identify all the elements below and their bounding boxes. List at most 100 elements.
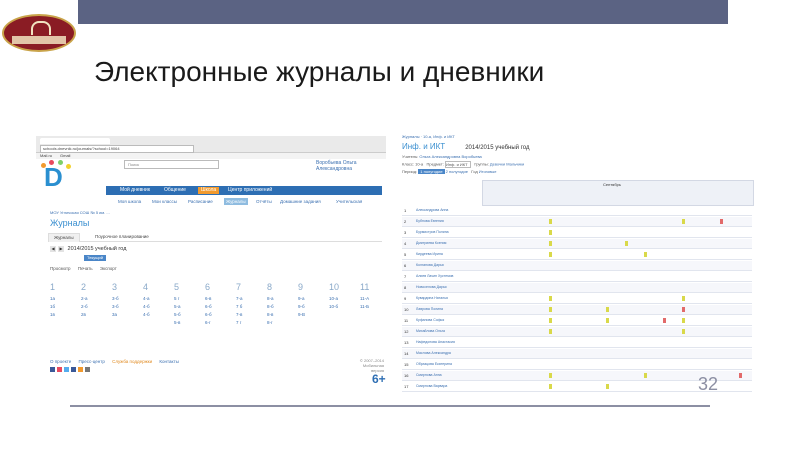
class-link[interactable]: 2в <box>81 312 109 320</box>
student-name[interactable]: Бубнова Евгения <box>416 217 480 226</box>
student-name[interactable]: Кирдеева Ирина <box>416 250 480 259</box>
class-link[interactable]: 2-а <box>81 296 109 304</box>
class-link[interactable]: 7 г <box>236 320 264 328</box>
class-link[interactable]: 4-б <box>143 304 171 312</box>
class-link[interactable]: 1в <box>50 312 78 320</box>
bookmark-item[interactable]: Mail.ru <box>40 153 52 159</box>
class-link[interactable]: 10-а <box>329 296 357 304</box>
subnav-item[interactable]: Домашние задания <box>280 198 321 205</box>
breadcrumb[interactable]: Журналы · 10-а, Инф. и ИКТ <box>402 134 455 139</box>
student-name[interactable]: Маслова Александра <box>416 349 480 358</box>
class-link[interactable]: 1а <box>50 296 78 304</box>
period-option[interactable]: 2 полугодие <box>446 169 468 174</box>
class-link[interactable]: 4-а <box>143 296 171 304</box>
grade-mark[interactable] <box>682 296 685 301</box>
class-link[interactable]: 7-в <box>236 312 264 320</box>
subnav-item[interactable]: Мои классы <box>152 198 177 205</box>
mark-cells[interactable] <box>482 316 752 325</box>
grade-mark[interactable] <box>720 219 723 224</box>
class-link[interactable]: 5-в <box>174 320 202 328</box>
grade-mark[interactable] <box>663 318 666 323</box>
mark-cells[interactable] <box>482 272 752 281</box>
mark-cells[interactable] <box>482 217 752 226</box>
class-link[interactable]: 9-б <box>298 304 326 312</box>
student-name[interactable]: Колганова Дарья <box>416 261 480 270</box>
export-link[interactable]: Экспорт <box>100 266 117 271</box>
subnav-item[interactable]: Учительская <box>336 198 362 205</box>
grade-mark[interactable] <box>625 241 628 246</box>
mark-cells[interactable] <box>482 349 752 358</box>
grade-mark[interactable] <box>682 307 685 312</box>
mark-cells[interactable] <box>482 239 752 248</box>
grade-mark[interactable] <box>682 318 685 323</box>
user-name[interactable]: Воробьева Ольга Александровна <box>316 160 386 172</box>
subnav-item[interactable]: Расписание <box>188 198 213 205</box>
group-filter[interactable]: Мальчики <box>506 162 524 167</box>
mark-cells[interactable] <box>482 338 752 347</box>
class-link[interactable]: 3а <box>112 312 140 320</box>
grade-mark[interactable] <box>682 219 685 224</box>
social-icon[interactable] <box>85 367 90 372</box>
grade-mark[interactable] <box>549 219 552 224</box>
nav-item-apps[interactable]: Центр приложений <box>228 187 272 194</box>
student-name[interactable]: Дмитриева Ксения <box>416 239 480 248</box>
class-link[interactable]: 1б <box>50 304 78 312</box>
prev-year-icon[interactable]: ◀ <box>50 246 56 252</box>
footer-link-support[interactable]: Служба поддержки <box>112 359 152 364</box>
student-name[interactable]: Смирнова Анна <box>416 371 480 380</box>
grade-mark[interactable] <box>606 318 609 323</box>
browser-tab[interactable] <box>40 138 110 144</box>
class-link[interactable]: 6-б <box>205 312 233 320</box>
search-input[interactable]: Поиск <box>124 160 219 169</box>
teacher-link[interactable]: Ольга Александровна Воробьева <box>419 154 481 159</box>
mark-cells[interactable] <box>482 327 752 336</box>
class-link[interactable]: 10-б <box>329 304 357 312</box>
student-name[interactable]: Лаврова Полина <box>416 305 480 314</box>
class-link[interactable]: 11-А <box>360 296 386 304</box>
grade-mark[interactable] <box>606 384 609 389</box>
grade-mark[interactable] <box>549 318 552 323</box>
class-link[interactable]: 6-б <box>205 304 233 312</box>
class-select[interactable]: 10-а <box>415 162 423 167</box>
class-link[interactable]: 3-б <box>112 304 140 312</box>
nav-item-diary[interactable]: Мой дневник <box>120 187 150 194</box>
student-name[interactable]: Новоселова Дарья <box>416 283 480 292</box>
class-link[interactable]: 4-б <box>143 312 171 320</box>
grade-mark[interactable] <box>549 230 552 235</box>
grade-mark[interactable] <box>606 307 609 312</box>
mark-cells[interactable] <box>482 206 752 215</box>
view-link[interactable]: Просмотр <box>50 266 71 271</box>
class-link[interactable]: 6-г <box>205 320 233 328</box>
class-link[interactable]: 8-б <box>267 304 295 312</box>
social-icon[interactable] <box>64 367 69 372</box>
tab-lesson-planning[interactable]: Поурочное планирование <box>90 233 154 241</box>
class-link[interactable]: 9-В <box>298 312 326 320</box>
social-icon[interactable] <box>78 367 83 372</box>
student-name[interactable]: Кувардина Наталья <box>416 294 480 303</box>
grade-mark[interactable] <box>739 373 742 378</box>
class-link[interactable]: 6-в <box>205 296 233 304</box>
class-link[interactable]: 8-а <box>267 296 295 304</box>
student-name[interactable]: Смирнова Варвара <box>416 382 480 391</box>
class-link[interactable]: 8-г <box>267 320 295 328</box>
class-link[interactable]: 2-б <box>81 304 109 312</box>
footer-link[interactable]: Пресс-центр <box>79 359 105 364</box>
breadcrumb[interactable]: МОУ Угличская СОШ № 5 им. ... <box>50 210 110 215</box>
grade-mark[interactable] <box>682 329 685 334</box>
social-icon[interactable] <box>71 367 76 372</box>
bookmark-item[interactable]: Gmail <box>60 153 70 159</box>
current-year-button[interactable]: Текущий год <box>84 255 106 266</box>
group-filter[interactable]: Девочки <box>490 162 505 167</box>
subject-select[interactable]: Инф. и ИКТ <box>444 161 471 168</box>
subnav-item-journals[interactable]: Журналы <box>224 198 248 205</box>
class-link[interactable]: 7 б <box>236 304 264 312</box>
class-link[interactable]: 5-а <box>174 304 202 312</box>
period-option[interactable]: Год <box>471 169 477 174</box>
footer-link[interactable]: О проекте <box>50 359 71 364</box>
class-link[interactable]: 3-б <box>112 296 140 304</box>
student-name[interactable]: Алиев Лачин Хустемов <box>416 272 480 281</box>
tab-journals[interactable]: Журналы <box>48 233 80 242</box>
mark-cells[interactable] <box>482 294 752 303</box>
grade-mark[interactable] <box>549 373 552 378</box>
student-name[interactable]: Образцова Екатерина <box>416 360 480 369</box>
